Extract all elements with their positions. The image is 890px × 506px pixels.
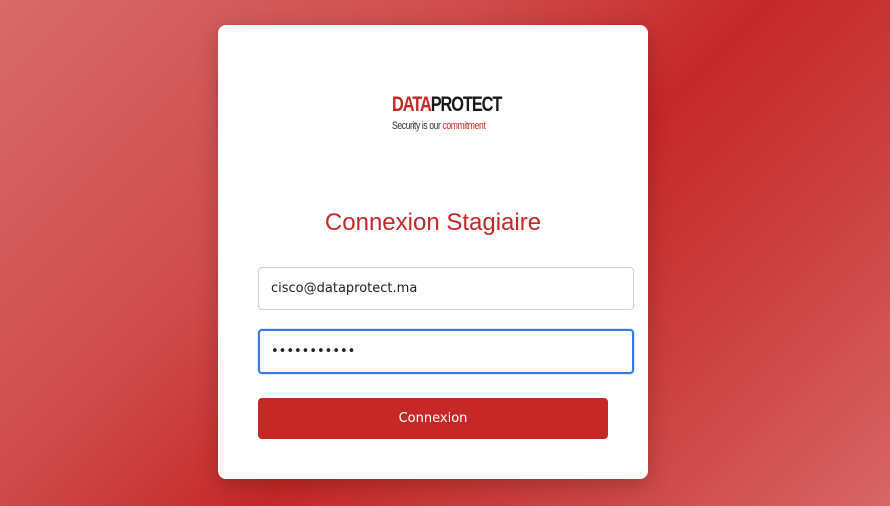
logo-tagline-part2: commitment xyxy=(442,120,486,132)
logo-wordmark: DATAPROTECT xyxy=(392,93,503,116)
logo-tagline-part1: Security is our xyxy=(392,120,443,132)
login-button[interactable]: Connexion xyxy=(258,398,608,439)
password-field[interactable] xyxy=(258,329,634,374)
logo-brand-part2: PROTECT xyxy=(430,93,503,116)
email-field[interactable] xyxy=(258,267,634,310)
logo-brand-part1: DATA xyxy=(392,93,432,116)
login-card: DATAPROTECT Security is our commitment C… xyxy=(218,25,648,479)
dataprotect-logo: DATAPROTECT Security is our commitment xyxy=(392,94,502,136)
logo-tagline: Security is our commitment xyxy=(392,120,486,132)
login-title: Connexion Stagiaire xyxy=(324,209,542,236)
